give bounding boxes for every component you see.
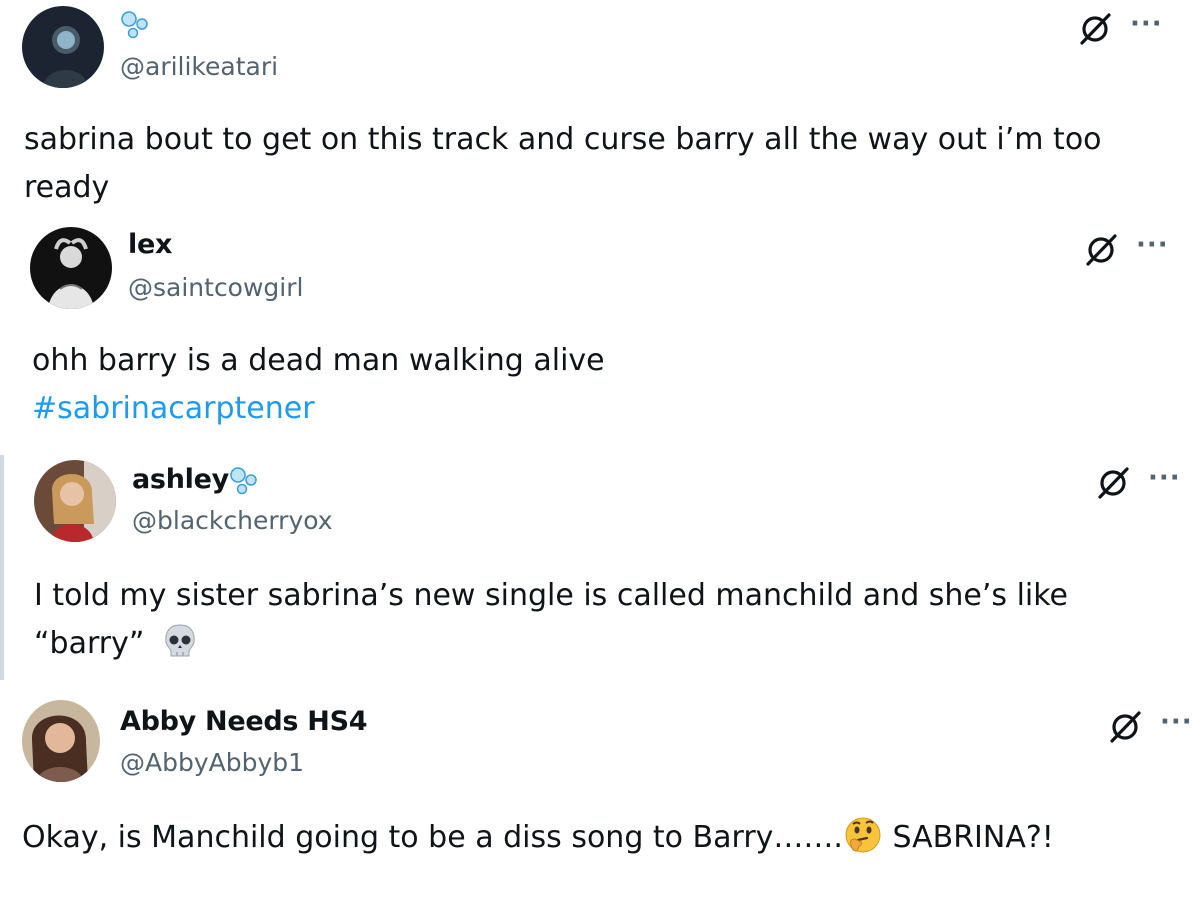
more-options-icon[interactable]: ···: [1136, 232, 1169, 258]
tweet-text-before: Okay, is Manchild going to be a diss son…: [22, 820, 843, 855]
tweet-display-name[interactable]: Abby Needs HS4: [120, 706, 368, 737]
tweet-display-name[interactable]: ashley: [132, 464, 263, 496]
bubbles-icon: [120, 10, 154, 40]
bubbles-icon: [229, 466, 263, 496]
tweet-text: ohh barry is a dead man walking alive #s…: [32, 337, 1152, 433]
tweet-text-line2: “barry”: [34, 626, 145, 661]
tweet-display-name[interactable]: lex: [128, 229, 172, 260]
skull-icon: [160, 621, 200, 661]
more-options-icon[interactable]: ···: [1160, 709, 1193, 735]
tweet-1[interactable]: @arilikeatari ··· sabrina bout to get on…: [0, 0, 1200, 215]
thinking-face-icon: [843, 815, 883, 855]
tweet-handle[interactable]: @saintcowgirl: [128, 273, 303, 302]
tweet-handle[interactable]: @blackcherryox: [132, 506, 333, 535]
tweet-text: Okay, is Manchild going to be a diss son…: [22, 814, 1182, 862]
tweet-text: sabrina bout to get on this track and cu…: [24, 122, 1102, 205]
grok-icon[interactable]: [1108, 710, 1142, 744]
tweet-text: I told my sister sabrina’s new single is…: [34, 572, 1174, 668]
tweet-3[interactable]: ashley @blackcherryox ··· I told my sist…: [0, 450, 1200, 685]
more-options-icon[interactable]: ···: [1148, 465, 1181, 491]
avatar[interactable]: [22, 6, 104, 88]
avatar[interactable]: [30, 227, 112, 309]
grok-icon[interactable]: [1078, 12, 1112, 46]
avatar[interactable]: [34, 460, 116, 542]
grok-icon[interactable]: [1084, 233, 1118, 267]
tweet-4[interactable]: Abby Needs HS4 @AbbyAbbyb1 ··· Okay, is …: [0, 690, 1200, 900]
tweet-2[interactable]: lex @saintcowgirl ··· ohh barry is a dea…: [0, 215, 1200, 450]
more-options-icon[interactable]: ···: [1130, 11, 1163, 37]
tweet-text-line1: I told my sister sabrina’s new single is…: [34, 578, 1069, 613]
hashtag-link[interactable]: #sabrinacarptener: [32, 385, 1152, 433]
avatar[interactable]: [22, 700, 100, 782]
grok-icon[interactable]: [1096, 466, 1130, 500]
tweet-handle[interactable]: @AbbyAbbyb1: [120, 748, 304, 777]
tweet-handle[interactable]: @arilikeatari: [120, 52, 278, 81]
tweet-text-main: ohh barry is a dead man walking alive: [32, 343, 605, 378]
tweet-text-after: SABRINA?!: [882, 820, 1054, 855]
